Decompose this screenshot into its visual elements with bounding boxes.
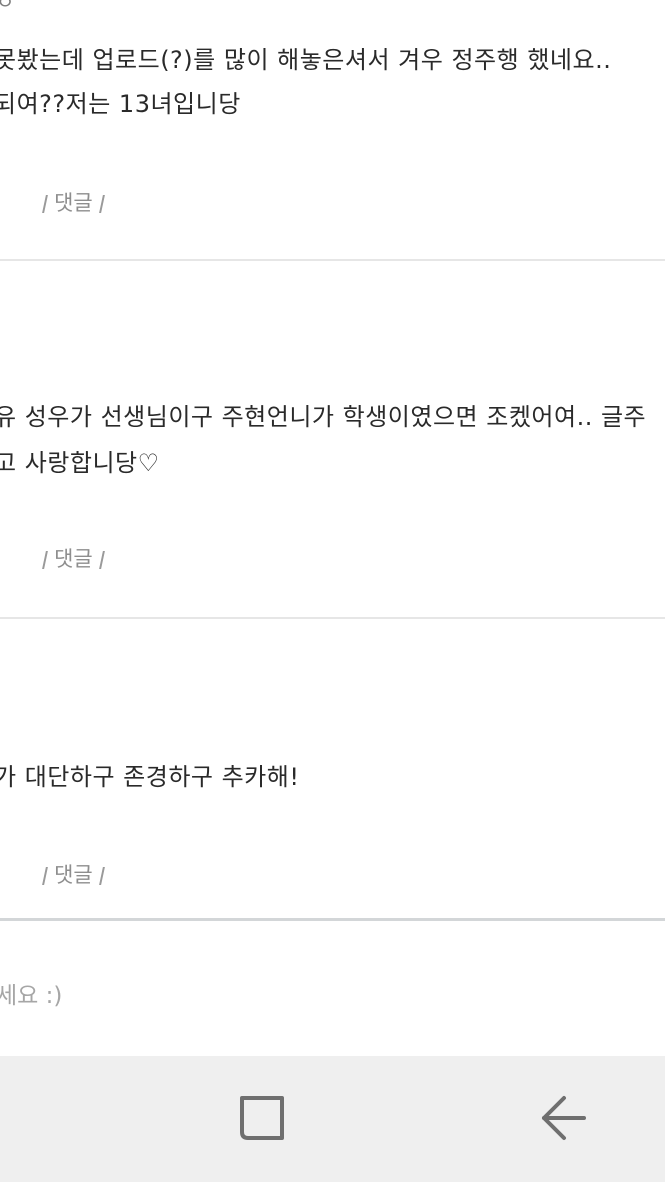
separator <box>42 195 48 213</box>
comment-text-line: 되여??저는 13녀입니당 <box>0 90 241 118</box>
comment-actions: 댓글 <box>0 163 111 241</box>
comment-actions: 댓글 <box>0 835 111 913</box>
comment-input-field[interactable]: 세요 :) <box>0 922 665 1056</box>
separator <box>42 867 48 885</box>
reply-button[interactable]: 댓글 <box>54 191 93 215</box>
comment-text-line: 못봤는데 업로드(?)를 많이 해놓은셔서 겨우 정주행 했네요.. <box>0 46 612 74</box>
system-navigation-bar <box>0 1056 665 1182</box>
recent-apps-icon <box>240 1096 284 1140</box>
reply-button[interactable]: 댓글 <box>54 547 93 571</box>
comment-divider <box>0 259 665 261</box>
separator <box>98 867 105 885</box>
comment-divider <box>0 617 665 619</box>
back-button[interactable] <box>528 1084 598 1154</box>
top-fragment: ㅇ <box>0 0 15 14</box>
comment-actions: 댓글 <box>0 519 111 597</box>
comment-text-line: 유 성우가 선생님이구 주현언니가 학생이였으면 조켔어여.. 글주 <box>0 403 647 431</box>
recent-apps-button[interactable] <box>226 1084 296 1154</box>
separator <box>98 195 105 213</box>
separator <box>98 551 105 569</box>
reply-button[interactable]: 댓글 <box>54 863 93 887</box>
back-icon <box>542 1096 586 1140</box>
separator <box>42 551 48 569</box>
comment-input-placeholder: 세요 :) <box>0 983 63 1009</box>
comment-text-line: 고 사랑합니당♡ <box>0 449 160 477</box>
comment-text-line: 가 대단하구 존경하구 추카해! <box>0 763 300 791</box>
comment-page: ㅇ 못봤는데 업로드(?)를 많이 해놓은셔서 겨우 정주행 했네요.. 되여?… <box>0 0 665 1182</box>
input-divider <box>0 918 665 921</box>
